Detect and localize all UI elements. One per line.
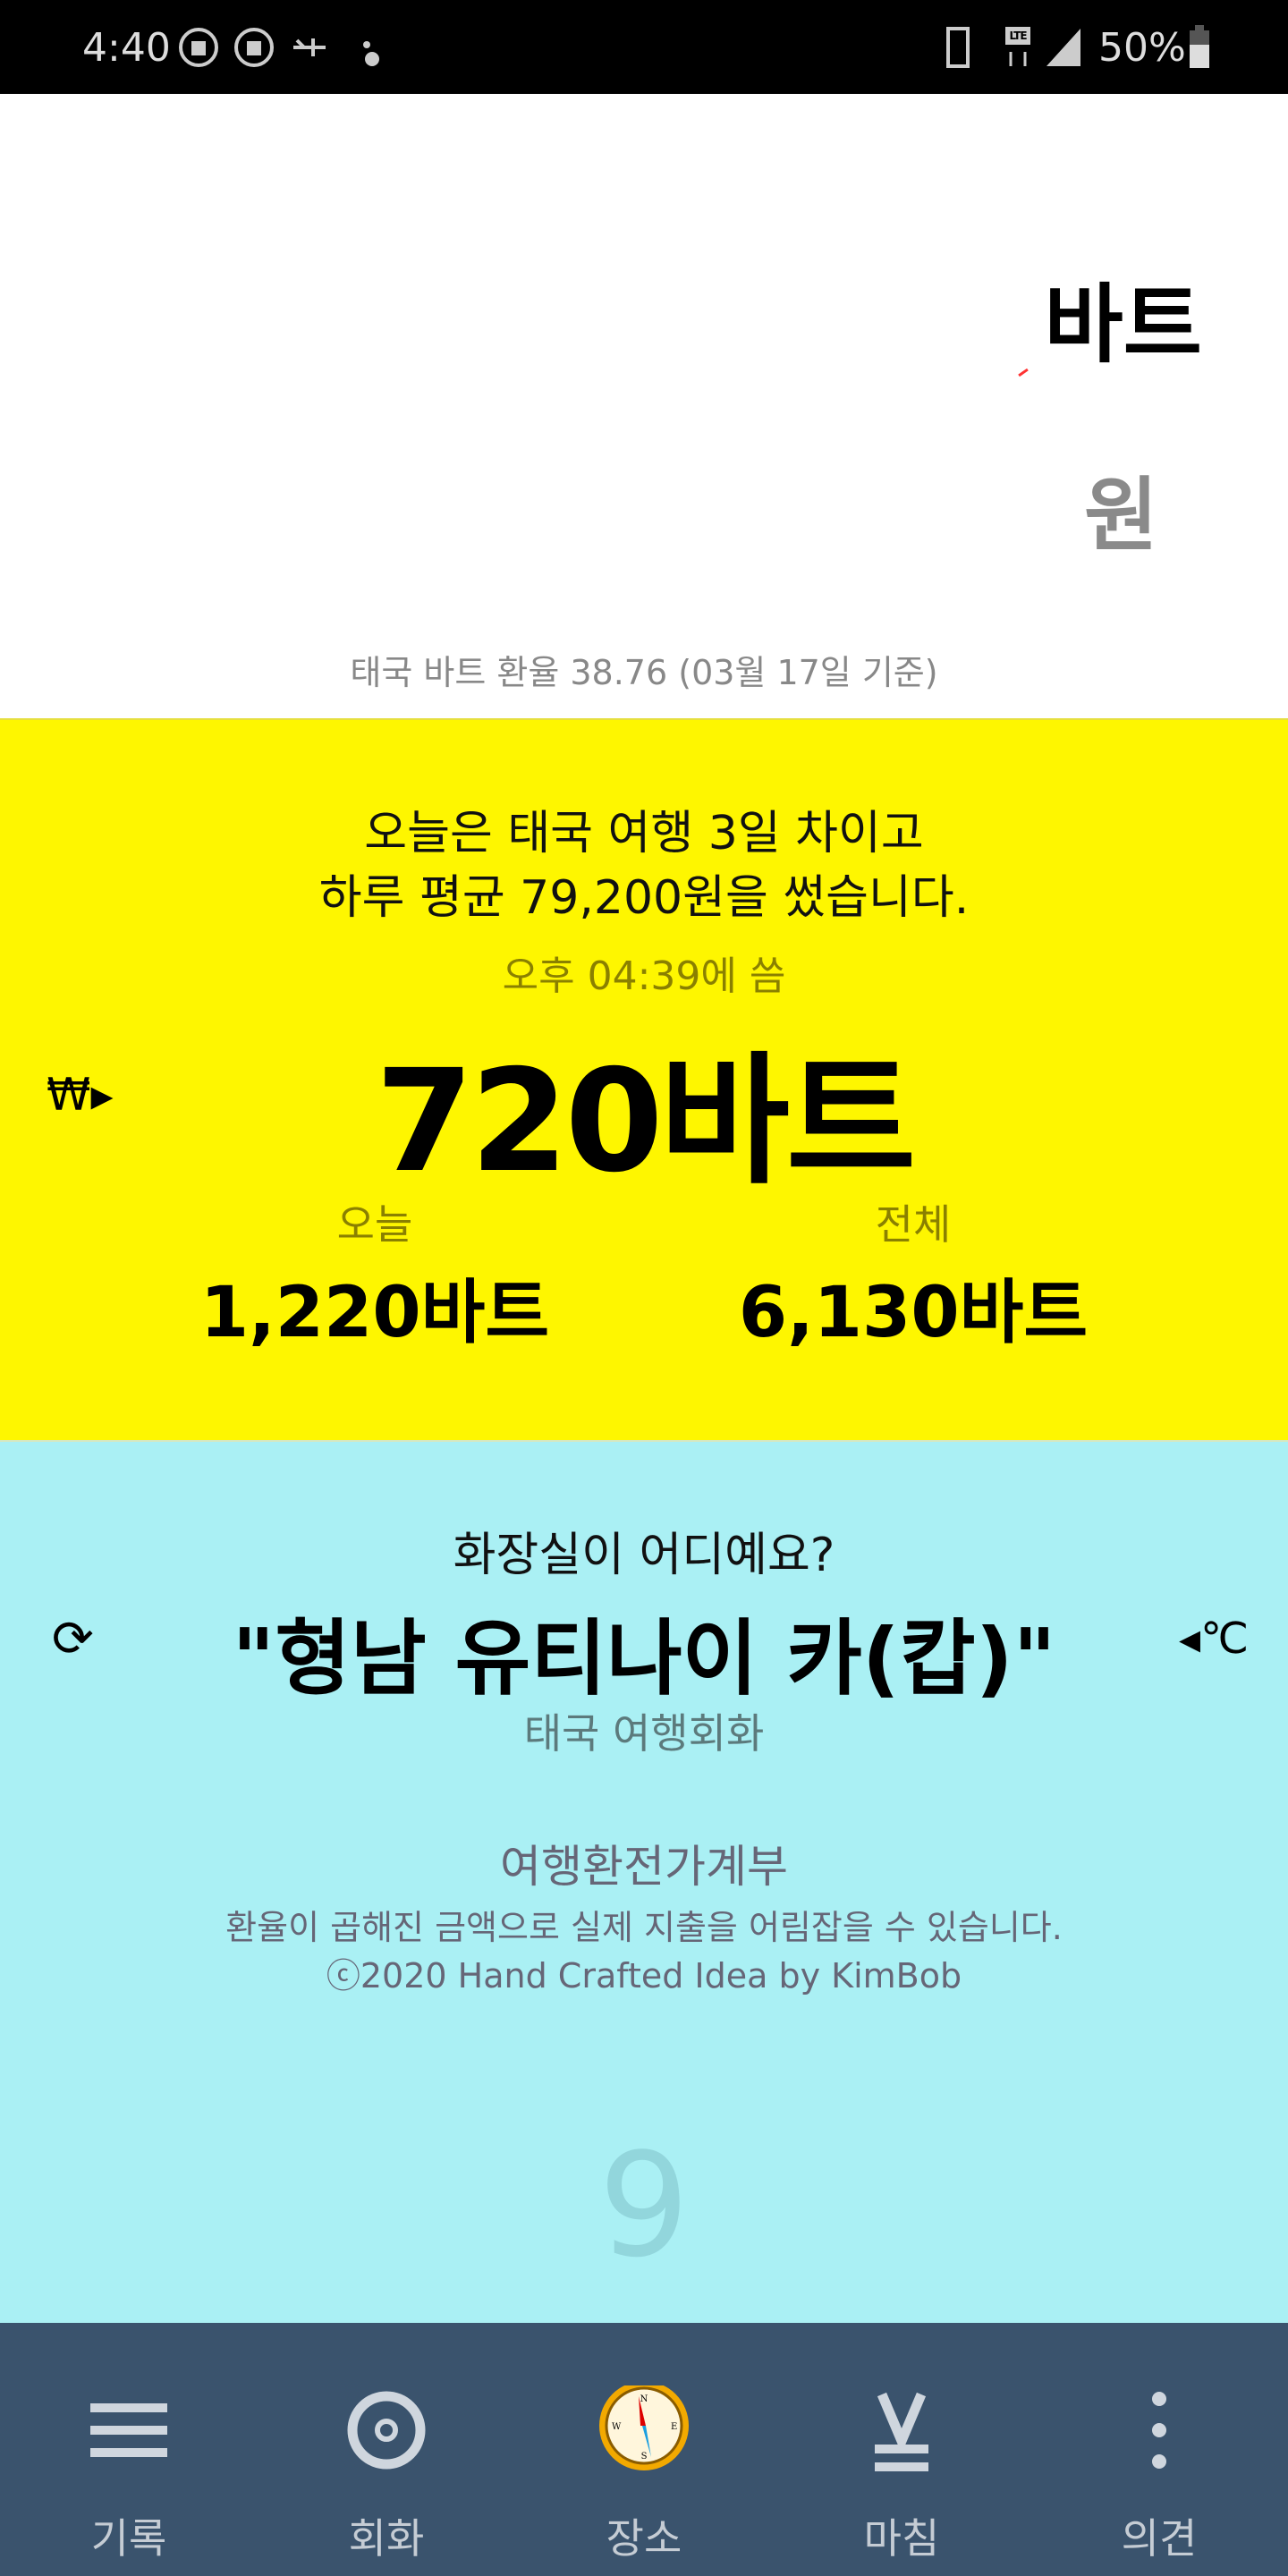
refresh-icon[interactable]: ⟳	[52, 1610, 94, 1668]
counter-number: 9	[598, 2122, 690, 2289]
last-spent-time: 오후 04:39에 씀	[502, 953, 786, 999]
svg-text:E: E	[671, 2422, 677, 2432]
status-bar: 4:40 LTE 50%	[0, 0, 1288, 94]
summary-line2: 하루 평균 79,200원을 썼습니다.	[318, 871, 970, 925]
currency-toggle-button[interactable]: ₩▸	[47, 1069, 114, 1121]
phrase-question: 화장실이 어디예요?	[453, 1529, 835, 1582]
target-icon	[347, 2391, 426, 2470]
app-credit: ⓒ2020 Hand Crafted Idea by KimBob	[326, 1956, 962, 1996]
compass-icon: N S W E	[599, 2385, 689, 2470]
nav-label: 의견	[1121, 2514, 1198, 2563]
nav-conversation[interactable]: 회화	[258, 2323, 515, 2576]
nav-label: 장소	[606, 2514, 682, 2563]
exchange-rate-note: 태국 바트 환율 38.76 (03월 17일 기준)	[350, 653, 938, 692]
phrase-answer[interactable]: "형남 유티나이 카(캅)"	[0, 1592, 1288, 1711]
app-title: 여행환전가계부	[500, 1841, 788, 1893]
finish-icon	[875, 2392, 928, 2471]
svg-text:W: W	[612, 2422, 622, 2432]
nav-record[interactable]: 기록	[0, 2323, 258, 2576]
nav-finish[interactable]: 마침	[773, 2323, 1030, 2576]
more-vertical-icon	[1152, 2392, 1166, 2469]
converter-panel[interactable]: 바트 원 태국 바트 환율 38.76 (03월 17일 기준)	[0, 94, 1288, 718]
notification-icons	[179, 28, 379, 67]
overall-total: 6,130바트	[738, 1273, 1089, 1353]
svg-text:S: S	[641, 2452, 648, 2462]
input-cursor	[1018, 368, 1029, 377]
today-total: 1,220바트	[199, 1273, 550, 1353]
app-description: 환율이 곱해진 금액으로 실제 지출을 어림잡을 수 있습니다.	[225, 1908, 1063, 1947]
nav-label: 마침	[863, 2514, 940, 2563]
status-time: 4:40	[82, 25, 171, 71]
summary-line1: 오늘은 태국 여행 3일 차이고	[364, 807, 924, 860]
battery-icon	[1190, 25, 1209, 68]
home-amount-unit[interactable]: 원	[1084, 450, 1158, 566]
menu-icon	[90, 2403, 167, 2457]
today-label: 오늘	[336, 1200, 413, 1249]
phrase-category: 태국 여행회화	[523, 1709, 765, 1758]
spending-summary: 오늘은 태국 여행 3일 차이고 하루 평균 79,200원을 썼습니다. 오후…	[0, 718, 1288, 1440]
nav-feedback[interactable]: 의견	[1030, 2323, 1288, 2576]
foreign-amount-unit[interactable]: 바트	[1044, 255, 1202, 379]
nav-label: 기록	[90, 2514, 167, 2563]
phrase-panel: 화장실이 어디예요? "형남 유티나이 카(캅)" 태국 여행회화 ⟳ ◂℃ 여…	[0, 1440, 1288, 2323]
network-type-badge: LTE	[1005, 27, 1030, 45]
weather-toggle-button[interactable]: ◂℃	[1179, 1614, 1249, 1664]
total-label: 전체	[875, 1200, 952, 1249]
last-spent-amount[interactable]: 720바트	[0, 1006, 1288, 1211]
nav-place[interactable]: N S W E 장소	[515, 2323, 773, 2576]
nav-label: 회화	[348, 2514, 425, 2563]
svg-text:N: N	[640, 2394, 648, 2404]
bottom-navigation: 기록 회화 N S W E 장소 마침 의견	[0, 2323, 1288, 2576]
battery-percent: 50%	[1098, 25, 1186, 71]
